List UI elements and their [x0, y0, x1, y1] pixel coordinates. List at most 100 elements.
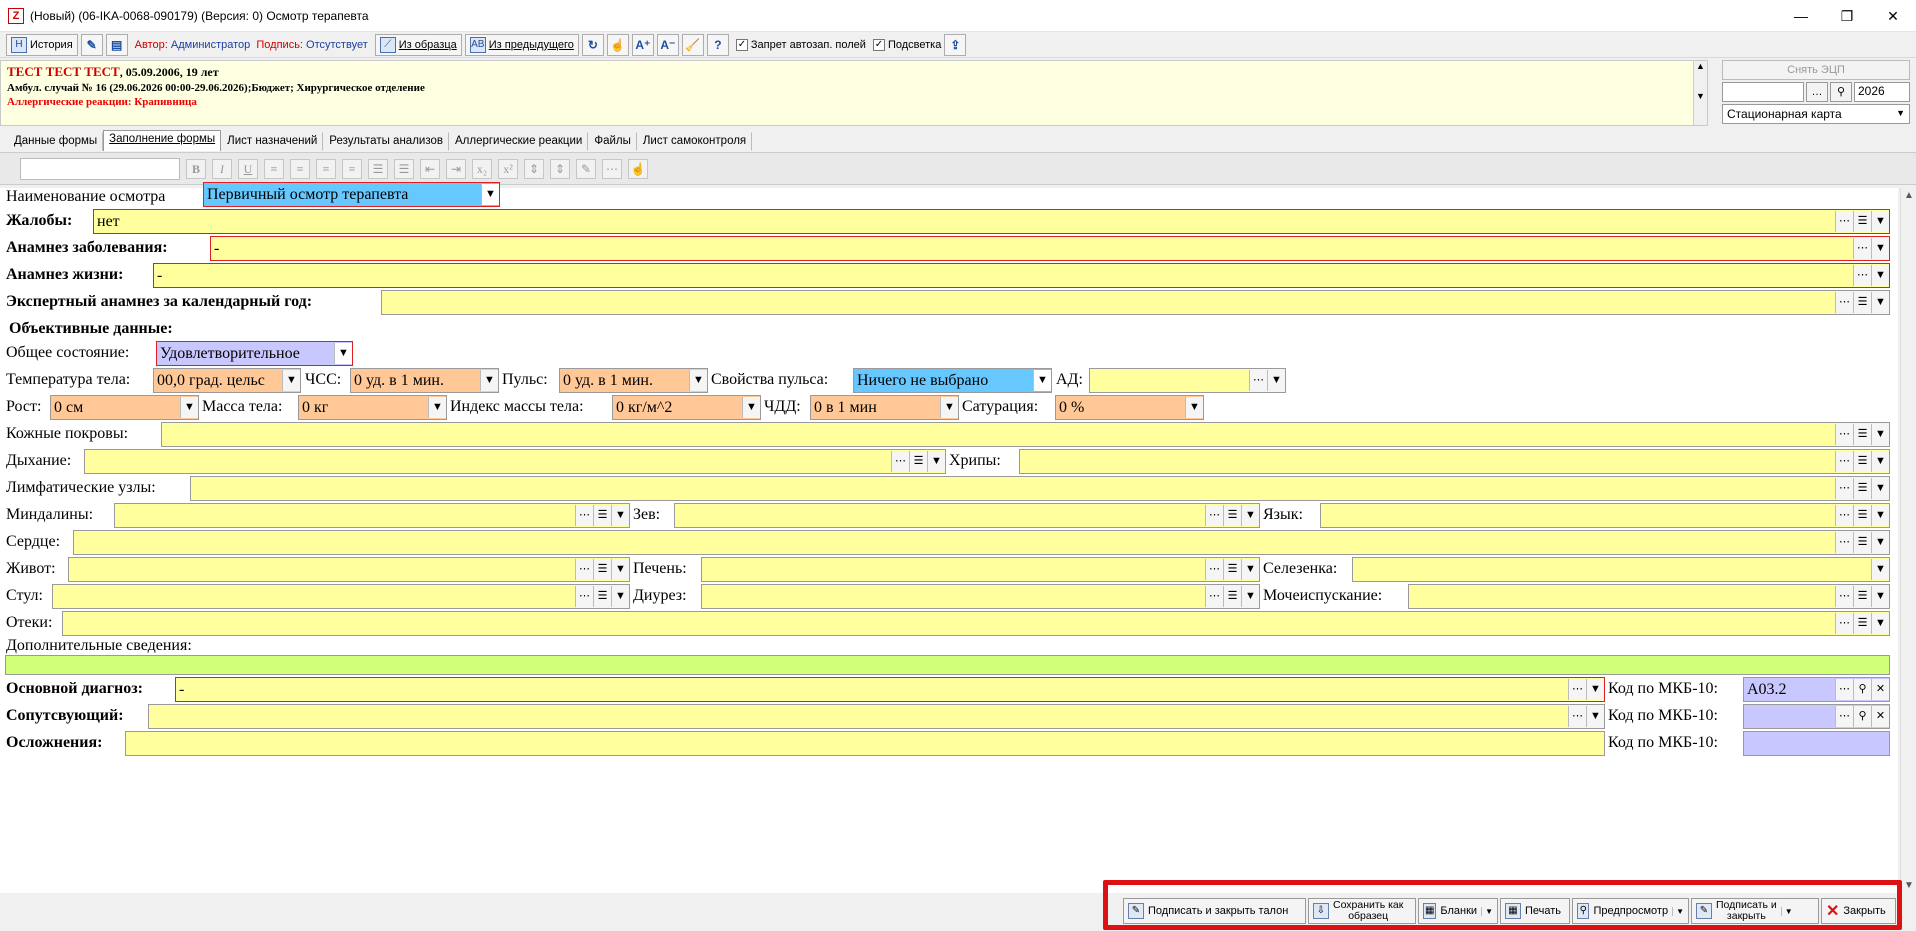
ellipsis-icon[interactable]: ⋯ [1835, 478, 1853, 499]
pulse-props-select[interactable]: Ничего не выбрано ▼ [853, 368, 1052, 393]
outdent-icon[interactable]: ⇤ [420, 158, 440, 179]
list-icon[interactable]: ☰ [1853, 292, 1871, 313]
ellipsis-icon[interactable]: ⋯ [1835, 679, 1853, 700]
refresh-button[interactable]: ↻ [581, 33, 604, 56]
mkb-field-1[interactable]: A03.2 ⋯ ⚲ ✕ [1743, 677, 1890, 702]
tab-self-control[interactable]: Лист самоконтроля [637, 132, 753, 151]
complaints-field[interactable]: нет ⋯ ☰ ▼ [93, 209, 1890, 234]
general-state-select[interactable]: Удовлетворительное ▼ [156, 341, 353, 366]
dropdown-icon[interactable]: ▼ [334, 343, 352, 364]
maximize-button[interactable]: ❐ [1824, 0, 1870, 32]
rr-field[interactable]: 0 в 1 мин ▼ [810, 395, 959, 420]
align-center-icon[interactable]: ≡ [290, 158, 310, 179]
list-icon[interactable]: ☰ [1853, 211, 1871, 232]
list-icon[interactable]: ☰ [1853, 451, 1871, 472]
clear-x-icon[interactable]: ✕ [1871, 679, 1889, 700]
highlight-checkbox[interactable]: ✓ Подсветка [872, 38, 941, 51]
list-icon[interactable]: ☰ [1223, 586, 1241, 607]
form-scrollbar[interactable]: ▲ ▼ [1900, 188, 1916, 893]
clear-button[interactable]: 🧹 [681, 33, 704, 56]
heart-field[interactable]: ⋯ ☰ ▼ [73, 530, 1890, 555]
exam-name-select[interactable]: Первичный осмотр терапевта ▼ [203, 182, 500, 207]
tab-prescriptions[interactable]: Лист назначений [221, 132, 324, 151]
hr-field[interactable]: 0 уд. в 1 мин. ▼ [350, 368, 499, 393]
paragraph-spacing-icon[interactable]: ⇕ [550, 158, 570, 179]
list-icon[interactable]: ☰ [1853, 505, 1871, 526]
ellipsis-icon[interactable]: ⋯ [1835, 292, 1853, 313]
tongue-field[interactable]: ⋯ ☰ ▼ [1320, 503, 1890, 528]
list-icon[interactable]: ☰ [909, 451, 927, 472]
skin-field[interactable]: ⋯ ☰ ▼ [161, 422, 1890, 447]
save-doc-button[interactable]: ▤ [105, 33, 128, 56]
date-input[interactable] [1722, 82, 1804, 102]
more-icon[interactable]: ⋯ [602, 158, 622, 179]
history-button[interactable]: H История [6, 33, 78, 56]
list-icon[interactable]: ☰ [593, 559, 611, 580]
card-select[interactable]: Стационарная карта [1722, 104, 1910, 124]
help-button[interactable]: ? [706, 33, 729, 56]
dropdown-icon[interactable]: ▼ [1871, 613, 1889, 634]
ellipsis-icon[interactable]: ⋯ [575, 505, 593, 526]
indent-icon[interactable]: ⇥ [446, 158, 466, 179]
bullet-list-icon[interactable]: ☰ [368, 158, 388, 179]
dropdown-icon[interactable]: ▼ [1871, 532, 1889, 553]
bmi-field[interactable]: 0 кг/м^2 ▼ [612, 395, 761, 420]
weight-field[interactable]: 0 кг ▼ [298, 395, 447, 420]
dropdown-icon[interactable]: ▼ [1267, 370, 1285, 391]
dropdown-icon[interactable]: ▼ [1871, 559, 1889, 580]
list-icon[interactable]: ☰ [1853, 478, 1871, 499]
ellipsis-icon[interactable]: ⋯ [1205, 586, 1223, 607]
edit-doc-button[interactable]: ✎ [80, 33, 103, 56]
urination-field[interactable]: ⋯ ☰ ▼ [1408, 584, 1890, 609]
height-field[interactable]: 0 см ▼ [50, 395, 199, 420]
hand-icon[interactable]: ☝ [628, 158, 648, 179]
anamnesis-disease-field[interactable]: - ⋯ ▼ [210, 236, 1890, 261]
ellipsis-icon[interactable]: ⋯ [1835, 586, 1853, 607]
close-window-button[interactable]: ✕ [1870, 0, 1916, 32]
dropdown-icon[interactable]: ▼ [1780, 906, 1793, 916]
sat-field[interactable]: 0 % ▼ [1055, 395, 1204, 420]
tab-allergies[interactable]: Аллергические реакции [449, 132, 589, 151]
sign-close-ticket-button[interactable]: ✎ Подписать и закрыть талон [1123, 898, 1306, 924]
list-icon[interactable]: ☰ [1853, 613, 1871, 634]
ellipsis-icon[interactable]: ⋯ [1835, 505, 1853, 526]
ellipsis-icon[interactable]: ⋯ [1249, 370, 1267, 391]
italic-icon[interactable]: I [212, 158, 232, 179]
dropdown-icon[interactable]: ▼ [1871, 424, 1889, 445]
print-button[interactable]: ▦ Печать [1500, 898, 1570, 924]
align-right-icon[interactable]: ≡ [316, 158, 336, 179]
list-icon[interactable]: ☰ [1853, 424, 1871, 445]
tab-form-data[interactable]: Данные формы [8, 132, 104, 151]
remove-ecp-button[interactable]: Снять ЭЦП [1722, 60, 1910, 80]
dropdown-icon[interactable]: ▼ [1871, 505, 1889, 526]
list-icon[interactable]: ☰ [1223, 559, 1241, 580]
autofill-ban-checkbox[interactable]: ✓ Запрет автозап. полей [735, 38, 866, 51]
ellipsis-icon[interactable]: ⋯ [1568, 679, 1586, 700]
list-icon[interactable]: ☰ [1223, 505, 1241, 526]
scroll-up-icon[interactable]: ▲ [1904, 190, 1914, 201]
ellipsis-icon[interactable]: ⋯ [1205, 559, 1223, 580]
ellipsis-icon[interactable]: ⋯ [1568, 706, 1586, 727]
dropdown-icon[interactable]: ▼ [1871, 478, 1889, 499]
dropdown-icon[interactable]: ▼ [1871, 238, 1889, 259]
font-select[interactable] [20, 157, 180, 180]
list-icon[interactable]: ☰ [1853, 586, 1871, 607]
dropdown-icon[interactable]: ▼ [1871, 451, 1889, 472]
line-spacing-icon[interactable]: ⇕ [524, 158, 544, 179]
list-icon[interactable]: ☰ [593, 505, 611, 526]
font-increase-button[interactable]: A⁺ [631, 33, 654, 56]
breath-field[interactable]: ⋯ ☰ ▼ [84, 449, 946, 474]
belly-field[interactable]: ⋯ ☰ ▼ [68, 557, 630, 582]
superscript-icon[interactable]: x² [498, 158, 518, 179]
list-icon[interactable]: ☰ [1853, 532, 1871, 553]
tab-form-fill[interactable]: Заполнение формы [103, 130, 222, 151]
anamnesis-life-field[interactable]: - ⋯ ▼ [153, 263, 1890, 288]
extra-info-field[interactable] [5, 655, 1890, 675]
dropdown-icon[interactable]: ▼ [1672, 906, 1684, 916]
spleen-field[interactable]: ▼ [1352, 557, 1890, 582]
save-as-template-button[interactable]: ⇩ Сохранить как образец [1308, 898, 1416, 924]
temp-field[interactable]: 00,0 град. цельс ▼ [153, 368, 301, 393]
ellipsis-icon[interactable]: ⋯ [1835, 706, 1853, 727]
close-button[interactable]: ✕ Закрыть [1821, 898, 1896, 924]
rales-field[interactable]: ⋯ ☰ ▼ [1019, 449, 1890, 474]
